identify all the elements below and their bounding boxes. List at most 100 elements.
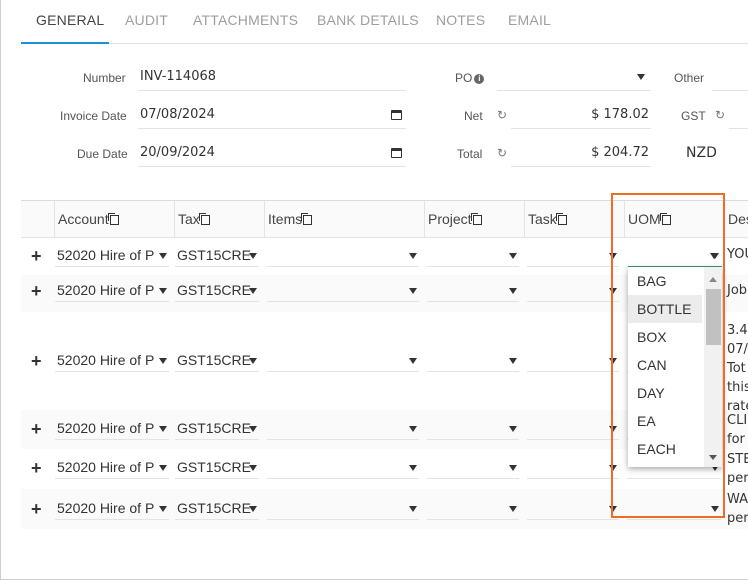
number-value: INV-114068 — [140, 69, 217, 84]
tab-attachments[interactable]: ATTACHMENTS — [193, 12, 298, 28]
expand-row-icon[interactable]: + — [31, 499, 42, 520]
items-select[interactable] — [267, 350, 419, 372]
tab-bank-details[interactable]: BANK DETAILS — [317, 12, 419, 28]
expand-row-icon[interactable]: + — [31, 458, 42, 479]
column-task[interactable]: Task — [524, 201, 624, 238]
calendar-icon[interactable] — [391, 110, 402, 120]
dropdown-arrow-icon — [409, 358, 417, 364]
task-select[interactable] — [527, 245, 619, 267]
info-icon[interactable]: i — [474, 74, 485, 84]
task-select[interactable] — [527, 457, 619, 479]
items-select[interactable] — [267, 457, 419, 479]
other-field[interactable] — [712, 65, 748, 91]
invoice-date-field[interactable]: 07/08/2024 — [138, 103, 406, 129]
currency-value: NZD — [686, 145, 717, 161]
tab-notes[interactable]: NOTES — [436, 12, 485, 28]
expand-row-icon[interactable]: + — [31, 419, 42, 440]
copy-icon[interactable] — [472, 215, 482, 225]
tax-select-value: GST15CRE — [177, 352, 251, 368]
gst-label: GST — [681, 109, 706, 123]
invoice-date-label: Invoice Date — [60, 109, 127, 123]
account-select[interactable]: 52020 Hire of P — [55, 350, 169, 372]
net-field[interactable]: $ 178.02 — [511, 103, 651, 129]
description-text: 3.4507/0Totthisrate — [727, 321, 748, 416]
total-value: $ 204.72 — [591, 145, 649, 160]
tab-email[interactable]: EMAIL — [508, 12, 551, 28]
copy-icon[interactable] — [303, 215, 313, 225]
dropdown-arrow-icon — [409, 253, 417, 259]
tax-select[interactable]: GST15CRE — [175, 457, 259, 479]
dropdown-arrow-icon — [159, 506, 167, 512]
items-select[interactable] — [267, 280, 419, 302]
sync-icon[interactable]: ↻ — [715, 108, 725, 122]
column-tax[interactable]: Tax — [174, 201, 264, 238]
tax-select-value: GST15CRE — [177, 420, 251, 436]
due-date-field[interactable]: 20/09/2024 — [138, 141, 406, 167]
tax-select[interactable]: GST15CRE — [175, 418, 259, 440]
account-select[interactable]: 52020 Hire of P — [55, 498, 169, 520]
total-field[interactable]: $ 204.72 — [511, 141, 651, 167]
account-select[interactable]: 52020 Hire of P — [55, 245, 169, 267]
dropdown-arrow-icon — [249, 288, 257, 294]
expand-row-icon[interactable]: + — [31, 281, 42, 302]
uom-column-highlight — [611, 193, 725, 518]
description-line: 3.45 — [727, 323, 748, 338]
number-field[interactable]: INV-114068 — [138, 65, 406, 91]
number-label: Number — [83, 71, 126, 85]
account-select[interactable]: 52020 Hire of P — [55, 418, 169, 440]
account-select-value: 52020 Hire of P — [57, 352, 155, 368]
column-account[interactable]: Account — [54, 201, 174, 238]
sync-icon[interactable]: ↻ — [497, 146, 507, 160]
total-label: Total — [457, 147, 483, 161]
expand-row-icon[interactable]: + — [31, 246, 42, 267]
tab-audit[interactable]: AUDIT — [125, 12, 168, 28]
column-description[interactable]: Des — [724, 201, 748, 238]
calendar-icon[interactable] — [391, 148, 402, 158]
description-text: Job — [727, 281, 747, 300]
account-select[interactable]: 52020 Hire of P — [55, 457, 169, 479]
dropdown-arrow-icon — [249, 253, 257, 259]
items-select[interactable] — [267, 245, 419, 267]
description-line: Job — [727, 283, 748, 298]
sync-icon[interactable]: ↻ — [497, 108, 507, 122]
dropdown-arrow-icon — [509, 253, 517, 259]
tax-select[interactable]: GST15CRE — [175, 350, 259, 372]
expand-row-icon[interactable]: + — [31, 351, 42, 372]
due-date-value: 20/09/2024 — [140, 145, 215, 160]
copy-icon[interactable] — [557, 215, 567, 225]
column-items[interactable]: Items — [264, 201, 424, 238]
net-value: $ 178.02 — [591, 107, 649, 122]
task-select[interactable] — [527, 350, 619, 372]
task-select[interactable] — [527, 498, 619, 520]
project-select[interactable] — [427, 280, 519, 302]
description-text: WA per — [727, 490, 748, 528]
project-select[interactable] — [427, 457, 519, 479]
copy-icon[interactable] — [109, 215, 119, 225]
copy-icon[interactable] — [200, 215, 210, 225]
account-select[interactable]: 52020 Hire of P — [55, 280, 169, 302]
dropdown-arrow-icon — [509, 426, 517, 432]
project-select[interactable] — [427, 498, 519, 520]
column-project[interactable]: Project — [424, 201, 524, 238]
dropdown-arrow-icon — [509, 506, 517, 512]
project-select[interactable] — [427, 245, 519, 267]
po-select[interactable] — [497, 65, 651, 91]
task-select[interactable] — [527, 418, 619, 440]
gst-field[interactable] — [729, 103, 748, 129]
dropdown-arrow-icon — [509, 288, 517, 294]
tax-select-value: GST15CRE — [177, 282, 251, 298]
dropdown-arrow-icon — [409, 426, 417, 432]
column-account-label: Account — [58, 211, 109, 227]
items-select[interactable] — [267, 498, 419, 520]
currency-field[interactable]: NZD — [684, 141, 748, 167]
dropdown-arrow-icon — [249, 358, 257, 364]
tab-general[interactable]: GENERAL — [36, 12, 104, 28]
tax-select[interactable]: GST15CRE — [175, 280, 259, 302]
project-select[interactable] — [427, 418, 519, 440]
project-select[interactable] — [427, 350, 519, 372]
tax-select[interactable]: GST15CRE — [175, 245, 259, 267]
tax-select[interactable]: GST15CRE — [175, 498, 259, 520]
items-select[interactable] — [267, 418, 419, 440]
dropdown-arrow-icon — [409, 506, 417, 512]
task-select[interactable] — [527, 280, 619, 302]
